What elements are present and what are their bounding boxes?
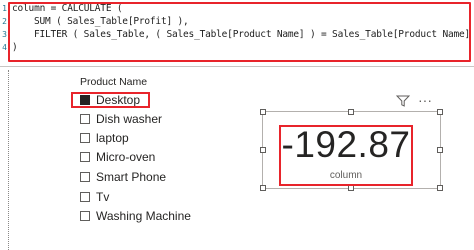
slicer-item-label: Washing Machine: [96, 209, 191, 223]
resize-handle[interactable]: [260, 109, 266, 115]
slicer-item-label: Tv: [96, 190, 110, 204]
slicer-title: Product Name: [80, 76, 148, 88]
filter-icon[interactable]: [396, 95, 410, 107]
resize-handle[interactable]: [260, 185, 266, 191]
slicer-item-dish-washer[interactable]: Dish washer: [80, 111, 162, 127]
checkbox[interactable]: [80, 133, 90, 143]
checkbox[interactable]: [80, 114, 90, 124]
slicer-item-tv[interactable]: Tv: [80, 189, 109, 205]
formula-editor[interactable]: 1 2 3 4 column = CALCULATE ( SUM ( Sales…: [0, 0, 474, 67]
checkbox[interactable]: [80, 152, 90, 162]
card-highlight-box: [279, 125, 413, 186]
slicer-item-laptop[interactable]: laptop: [80, 130, 129, 146]
slicer-item-label: Micro-oven: [96, 150, 156, 164]
slicer-item-smart-phone[interactable]: Smart Phone: [80, 169, 166, 185]
selected-item-highlight-box: [71, 92, 150, 108]
slicer-item-label: Smart Phone: [96, 170, 167, 184]
slicer-item-washing-machine[interactable]: Washing Machine: [80, 208, 191, 224]
slicer-item-label: Dish washer: [96, 112, 163, 126]
more-options-icon[interactable]: ···: [418, 93, 432, 107]
slicer-item-label: laptop: [96, 131, 129, 145]
resize-handle[interactable]: [260, 147, 266, 153]
resize-handle[interactable]: [348, 109, 354, 115]
checkbox[interactable]: [80, 192, 90, 202]
checkbox[interactable]: [80, 172, 90, 182]
resize-handle[interactable]: [437, 185, 443, 191]
formula-highlight-box: [8, 2, 471, 62]
resize-handle[interactable]: [437, 109, 443, 115]
canvas-guide-line: [8, 70, 9, 250]
resize-handle[interactable]: [437, 147, 443, 153]
checkbox[interactable]: [80, 211, 90, 221]
slicer-item-micro-oven[interactable]: Micro-oven: [80, 149, 155, 165]
